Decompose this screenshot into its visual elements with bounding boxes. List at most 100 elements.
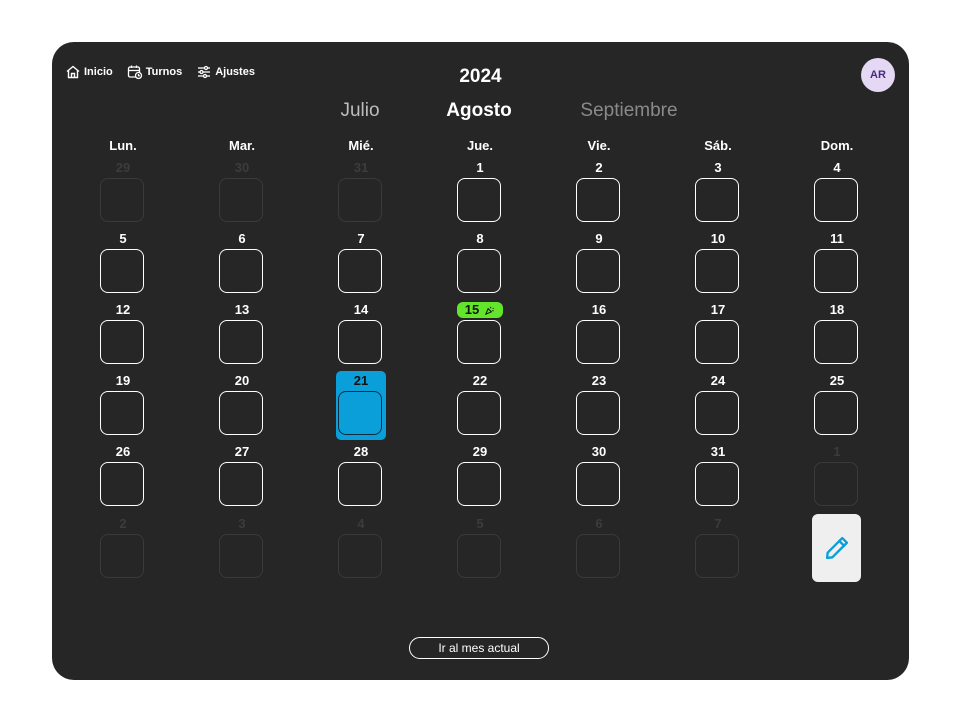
day-box[interactable] <box>695 534 739 578</box>
day-box[interactable] <box>100 178 144 222</box>
day-number-text: 6 <box>595 516 603 531</box>
day-cell[interactable]: 9 <box>574 231 624 301</box>
day-box[interactable] <box>814 320 858 364</box>
day-box[interactable] <box>576 391 620 435</box>
day-cell-outside[interactable]: 2 <box>98 516 148 586</box>
day-cell[interactable]: 2 <box>574 160 624 230</box>
day-number: 5 <box>455 516 505 532</box>
day-cell[interactable]: 23 <box>574 373 624 443</box>
day-cell-outside[interactable]: 1 <box>812 444 862 514</box>
day-box[interactable] <box>695 320 739 364</box>
day-cell-outside[interactable]: 7 <box>693 516 743 586</box>
prev-month[interactable]: Julio <box>340 100 379 122</box>
day-box[interactable] <box>695 462 739 506</box>
day-box[interactable] <box>814 391 858 435</box>
day-cell[interactable]: 13 <box>217 302 267 372</box>
day-box[interactable] <box>100 320 144 364</box>
day-box[interactable] <box>814 249 858 293</box>
day-box[interactable] <box>100 462 144 506</box>
day-box[interactable] <box>576 534 620 578</box>
user-avatar[interactable]: AR <box>861 58 895 92</box>
day-cell[interactable]: 29 <box>455 444 505 514</box>
day-number-text: 19 <box>115 373 131 388</box>
day-box[interactable] <box>457 534 501 578</box>
day-cell[interactable]: 25 <box>812 373 862 443</box>
day-cell[interactable]: 4 <box>812 160 862 230</box>
day-number-text: 17 <box>710 302 726 317</box>
day-cell[interactable]: 17 <box>693 302 743 372</box>
day-cell[interactable]: 5 <box>98 231 148 301</box>
day-cell-holiday[interactable]: 15 <box>455 302 505 372</box>
day-box[interactable] <box>576 178 620 222</box>
day-cell[interactable]: 14 <box>336 302 386 372</box>
day-cell[interactable]: 6 <box>217 231 267 301</box>
day-cell-outside[interactable]: 3 <box>217 516 267 586</box>
day-cell[interactable]: 24 <box>693 373 743 443</box>
day-box[interactable] <box>457 391 501 435</box>
day-number: 6 <box>217 231 267 247</box>
day-number: 27 <box>217 444 267 460</box>
day-box[interactable] <box>576 320 620 364</box>
day-box[interactable] <box>457 178 501 222</box>
day-box[interactable] <box>457 249 501 293</box>
day-box[interactable] <box>338 249 382 293</box>
day-number-text: 27 <box>234 444 250 459</box>
day-cell[interactable]: 31 <box>693 444 743 514</box>
next-month[interactable]: Septiembre <box>580 100 677 122</box>
day-cell[interactable]: 10 <box>693 231 743 301</box>
day-cell-outside[interactable]: 31 <box>336 160 386 230</box>
day-cell[interactable]: 30 <box>574 444 624 514</box>
day-cell[interactable]: 28 <box>336 444 386 514</box>
day-box[interactable] <box>338 391 382 435</box>
day-cell[interactable]: 19 <box>98 373 148 443</box>
day-box[interactable] <box>457 462 501 506</box>
day-number: 14 <box>336 302 386 318</box>
day-number: 29 <box>98 160 148 176</box>
day-box[interactable] <box>219 534 263 578</box>
day-box[interactable] <box>100 249 144 293</box>
day-cell[interactable]: 18 <box>812 302 862 372</box>
day-box[interactable] <box>814 178 858 222</box>
day-box[interactable] <box>576 462 620 506</box>
edit-button[interactable] <box>812 514 861 582</box>
day-box[interactable] <box>100 391 144 435</box>
day-cell[interactable]: 11 <box>812 231 862 301</box>
day-cell[interactable]: 16 <box>574 302 624 372</box>
day-cell-outside[interactable]: 6 <box>574 516 624 586</box>
day-box[interactable] <box>219 249 263 293</box>
day-cell-outside[interactable]: 5 <box>455 516 505 586</box>
day-box[interactable] <box>338 178 382 222</box>
pencil-icon <box>825 536 848 560</box>
day-number-text: 11 <box>830 231 844 246</box>
day-box[interactable] <box>338 320 382 364</box>
day-cell[interactable]: 26 <box>98 444 148 514</box>
day-cell-today[interactable]: 21 <box>336 371 386 443</box>
day-number-text: 23 <box>591 373 607 388</box>
day-cell[interactable]: 20 <box>217 373 267 443</box>
day-box[interactable] <box>576 249 620 293</box>
day-cell-outside[interactable]: 4 <box>336 516 386 586</box>
day-cell[interactable]: 22 <box>455 373 505 443</box>
day-box[interactable] <box>100 534 144 578</box>
day-cell[interactable]: 27 <box>217 444 267 514</box>
day-cell[interactable]: 8 <box>455 231 505 301</box>
day-box[interactable] <box>219 462 263 506</box>
day-box[interactable] <box>695 249 739 293</box>
day-box[interactable] <box>695 178 739 222</box>
day-box[interactable] <box>695 391 739 435</box>
day-cell[interactable]: 12 <box>98 302 148 372</box>
day-box[interactable] <box>457 320 501 364</box>
day-box[interactable] <box>219 391 263 435</box>
day-box[interactable] <box>219 178 263 222</box>
go-current-month-button[interactable]: Ir al mes actual <box>409 637 549 659</box>
day-cell[interactable]: 7 <box>336 231 386 301</box>
day-cell[interactable]: 3 <box>693 160 743 230</box>
day-cell[interactable]: 1 <box>455 160 505 230</box>
day-box[interactable] <box>338 462 382 506</box>
day-box[interactable] <box>219 320 263 364</box>
day-box[interactable] <box>814 462 858 506</box>
day-cell-outside[interactable]: 29 <box>98 160 148 230</box>
day-cell-outside[interactable]: 30 <box>217 160 267 230</box>
day-number-text: 9 <box>595 231 603 246</box>
day-box[interactable] <box>338 534 382 578</box>
